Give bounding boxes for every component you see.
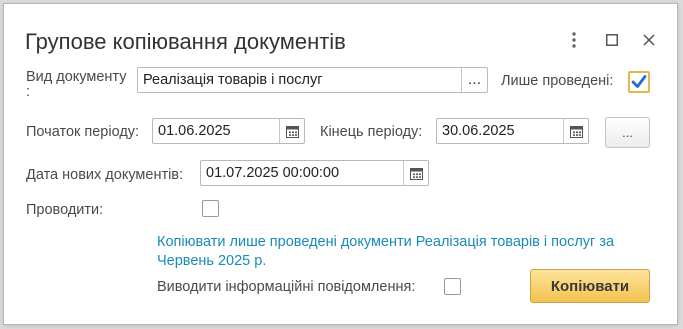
- maximize-icon[interactable]: [600, 28, 624, 52]
- info-text: Копіювати лише проведені документи Реалі…: [157, 234, 615, 269]
- period-end-label: Кінець періоду:: [320, 124, 423, 140]
- period-end-value[interactable]: 30.06.2025: [437, 123, 563, 139]
- period-start-label: Початок періоду:: [26, 124, 140, 140]
- new-docs-date-label: Дата нових документів:: [26, 167, 184, 183]
- dialog-window: Групове копіювання документів Вид докуме…: [3, 3, 678, 325]
- show-messages-checkbox[interactable]: [444, 278, 461, 295]
- calendar-icon[interactable]: [279, 119, 304, 143]
- only-posted-label: Лише проведені:: [501, 73, 614, 89]
- doc-type-label: Вид документу: [26, 69, 127, 85]
- period-start-value[interactable]: 01.06.2025: [153, 123, 279, 139]
- new-docs-date-field[interactable]: 01.07.2025 00:00:00: [200, 160, 429, 186]
- post-checkbox[interactable]: [202, 200, 219, 217]
- doc-type-value[interactable]: Реалізація товарів і послуг: [138, 72, 461, 88]
- dialog-title: Групове копіювання документів: [25, 29, 346, 54]
- period-end-field[interactable]: 30.06.2025: [436, 118, 589, 144]
- checkmark-icon: [631, 75, 647, 88]
- copy-button[interactable]: Копіювати: [530, 269, 650, 303]
- period-select-button[interactable]: ...: [605, 117, 650, 148]
- show-messages-label: Виводити інформаційні повідомлення:: [157, 279, 416, 295]
- post-label: Проводити:: [26, 202, 104, 218]
- doc-type-label-colon: :: [26, 84, 31, 100]
- close-icon[interactable]: [637, 28, 661, 52]
- doc-type-field[interactable]: Реалізація товарів і послуг ...: [137, 67, 488, 93]
- calendar-icon[interactable]: [403, 161, 428, 185]
- new-docs-date-value[interactable]: 01.07.2025 00:00:00: [201, 165, 403, 181]
- more-vertical-icon[interactable]: [562, 28, 586, 52]
- calendar-icon[interactable]: [563, 119, 588, 143]
- period-start-field[interactable]: 01.06.2025: [152, 118, 305, 144]
- only-posted-checkbox[interactable]: [628, 71, 650, 93]
- doc-type-select-button[interactable]: ...: [461, 68, 487, 92]
